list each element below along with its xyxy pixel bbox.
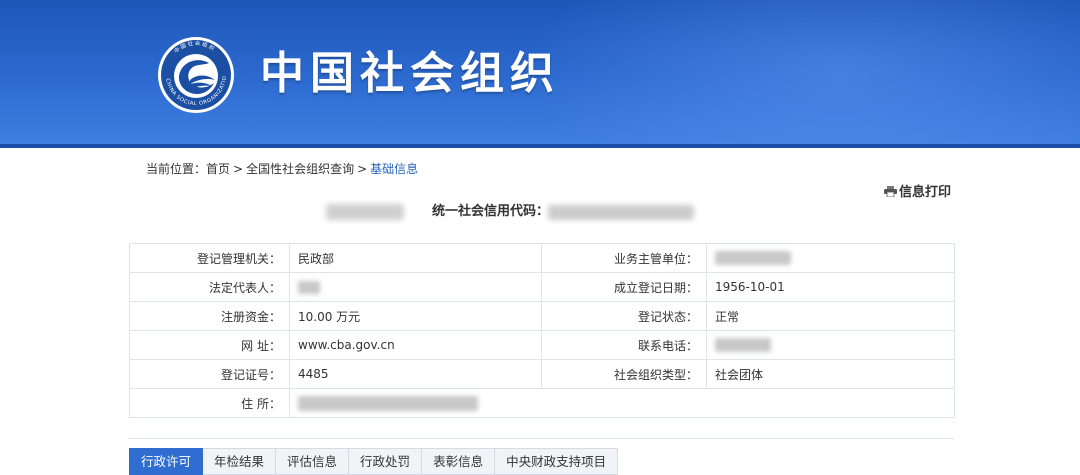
breadcrumb-prefix: 当前位置： — [146, 162, 207, 176]
breadcrumb-link-home[interactable]: 首页 — [206, 162, 230, 176]
breadcrumb-link-search[interactable]: 全国性社会组织查询 — [246, 162, 354, 176]
legal-representative-value — [289, 272, 542, 302]
redacted-value — [298, 395, 478, 411]
breadcrumb-separator: > — [233, 162, 244, 176]
redacted-value — [715, 251, 791, 266]
banner-glow — [520, 0, 1080, 144]
redacted-value — [298, 281, 320, 294]
tab-administrative-penalty[interactable]: 行政处罚 — [349, 448, 423, 475]
tabs-divider — [129, 438, 954, 439]
registration-authority-label: 登记管理机关： — [129, 243, 290, 273]
tab-commendation-info[interactable]: 表彰信息 — [422, 448, 496, 475]
site-logo[interactable]: CHINA SOCIAL ORGANIZATION 中国社会组织 — [157, 36, 235, 114]
tab-annual-inspection[interactable]: 年检结果 — [203, 448, 277, 475]
printer-icon — [884, 186, 897, 197]
breadcrumb: 当前位置：首页 > 全国性社会组织查询 > 基础信息 — [146, 160, 418, 178]
legal-representative-label: 法定代表人： — [129, 272, 290, 302]
table-row: 法定代表人： 成立登记日期： 1956-10-01 — [129, 272, 955, 302]
website-label: 网 址： — [129, 330, 290, 360]
site-title: 中国社会组织 — [260, 48, 560, 99]
registration-status-label: 登记状态： — [541, 301, 707, 331]
credit-code-label: 统一社会信用代码： — [432, 204, 550, 219]
tab-central-fiscal-support[interactable]: 中央财政支持项目 — [495, 448, 619, 475]
establishment-date-label: 成立登记日期： — [541, 272, 707, 302]
registered-capital-value: 10.00 万元 — [289, 301, 542, 331]
breadcrumb-separator: > — [357, 162, 368, 176]
table-row: 登记管理机关： 民政部 业务主管单位： — [129, 243, 955, 273]
registration-status-value: 正常 — [706, 301, 955, 331]
registered-capital-label: 注册资金： — [129, 301, 290, 331]
tab-evaluation-info[interactable]: 评估信息 — [276, 448, 350, 475]
table-row: 住 所： — [129, 388, 955, 418]
info-tabs: 行政许可 年检结果 评估信息 行政处罚 表彰信息 中央财政支持项目 — [129, 448, 619, 475]
table-row: 登记证号： 4485 社会组织类型： 社会团体 — [129, 359, 955, 389]
phone-value — [706, 330, 955, 360]
supervising-unit-value — [706, 243, 955, 273]
print-info-button[interactable]: 信息打印 — [884, 184, 951, 202]
tab-administrative-license[interactable]: 行政许可 — [129, 448, 204, 475]
site-header-banner: CHINA SOCIAL ORGANIZATION 中国社会组织 中国社会组织 — [0, 0, 1080, 144]
banner-divider — [0, 144, 1080, 148]
table-row: 网 址： www.cba.gov.cn 联系电话： — [129, 330, 955, 360]
organization-type-value: 社会团体 — [706, 359, 955, 389]
breadcrumb-current[interactable]: 基础信息 — [370, 162, 418, 176]
registration-number-label: 登记证号： — [129, 359, 290, 389]
redacted-value — [715, 338, 771, 353]
credit-code-redacted — [548, 205, 694, 220]
organization-type-label: 社会组织类型： — [541, 359, 707, 389]
address-value — [289, 388, 955, 418]
print-label: 信息打印 — [899, 185, 952, 200]
address-label: 住 所： — [129, 388, 290, 418]
phone-label: 联系电话： — [541, 330, 707, 360]
registration-authority-value: 民政部 — [289, 243, 542, 273]
establishment-date-value: 1956-10-01 — [706, 272, 955, 302]
registration-number-value: 4485 — [289, 359, 542, 389]
website-link[interactable]: www.cba.gov.cn — [289, 330, 542, 360]
basic-info-table: 登记管理机关： 民政部 业务主管单位： 法定代表人： 成立登记日期： 1956-… — [129, 243, 955, 418]
table-row: 注册资金： 10.00 万元 登记状态： 正常 — [129, 301, 955, 331]
organization-name-redacted — [326, 204, 404, 220]
supervising-unit-label: 业务主管单位： — [541, 243, 707, 273]
